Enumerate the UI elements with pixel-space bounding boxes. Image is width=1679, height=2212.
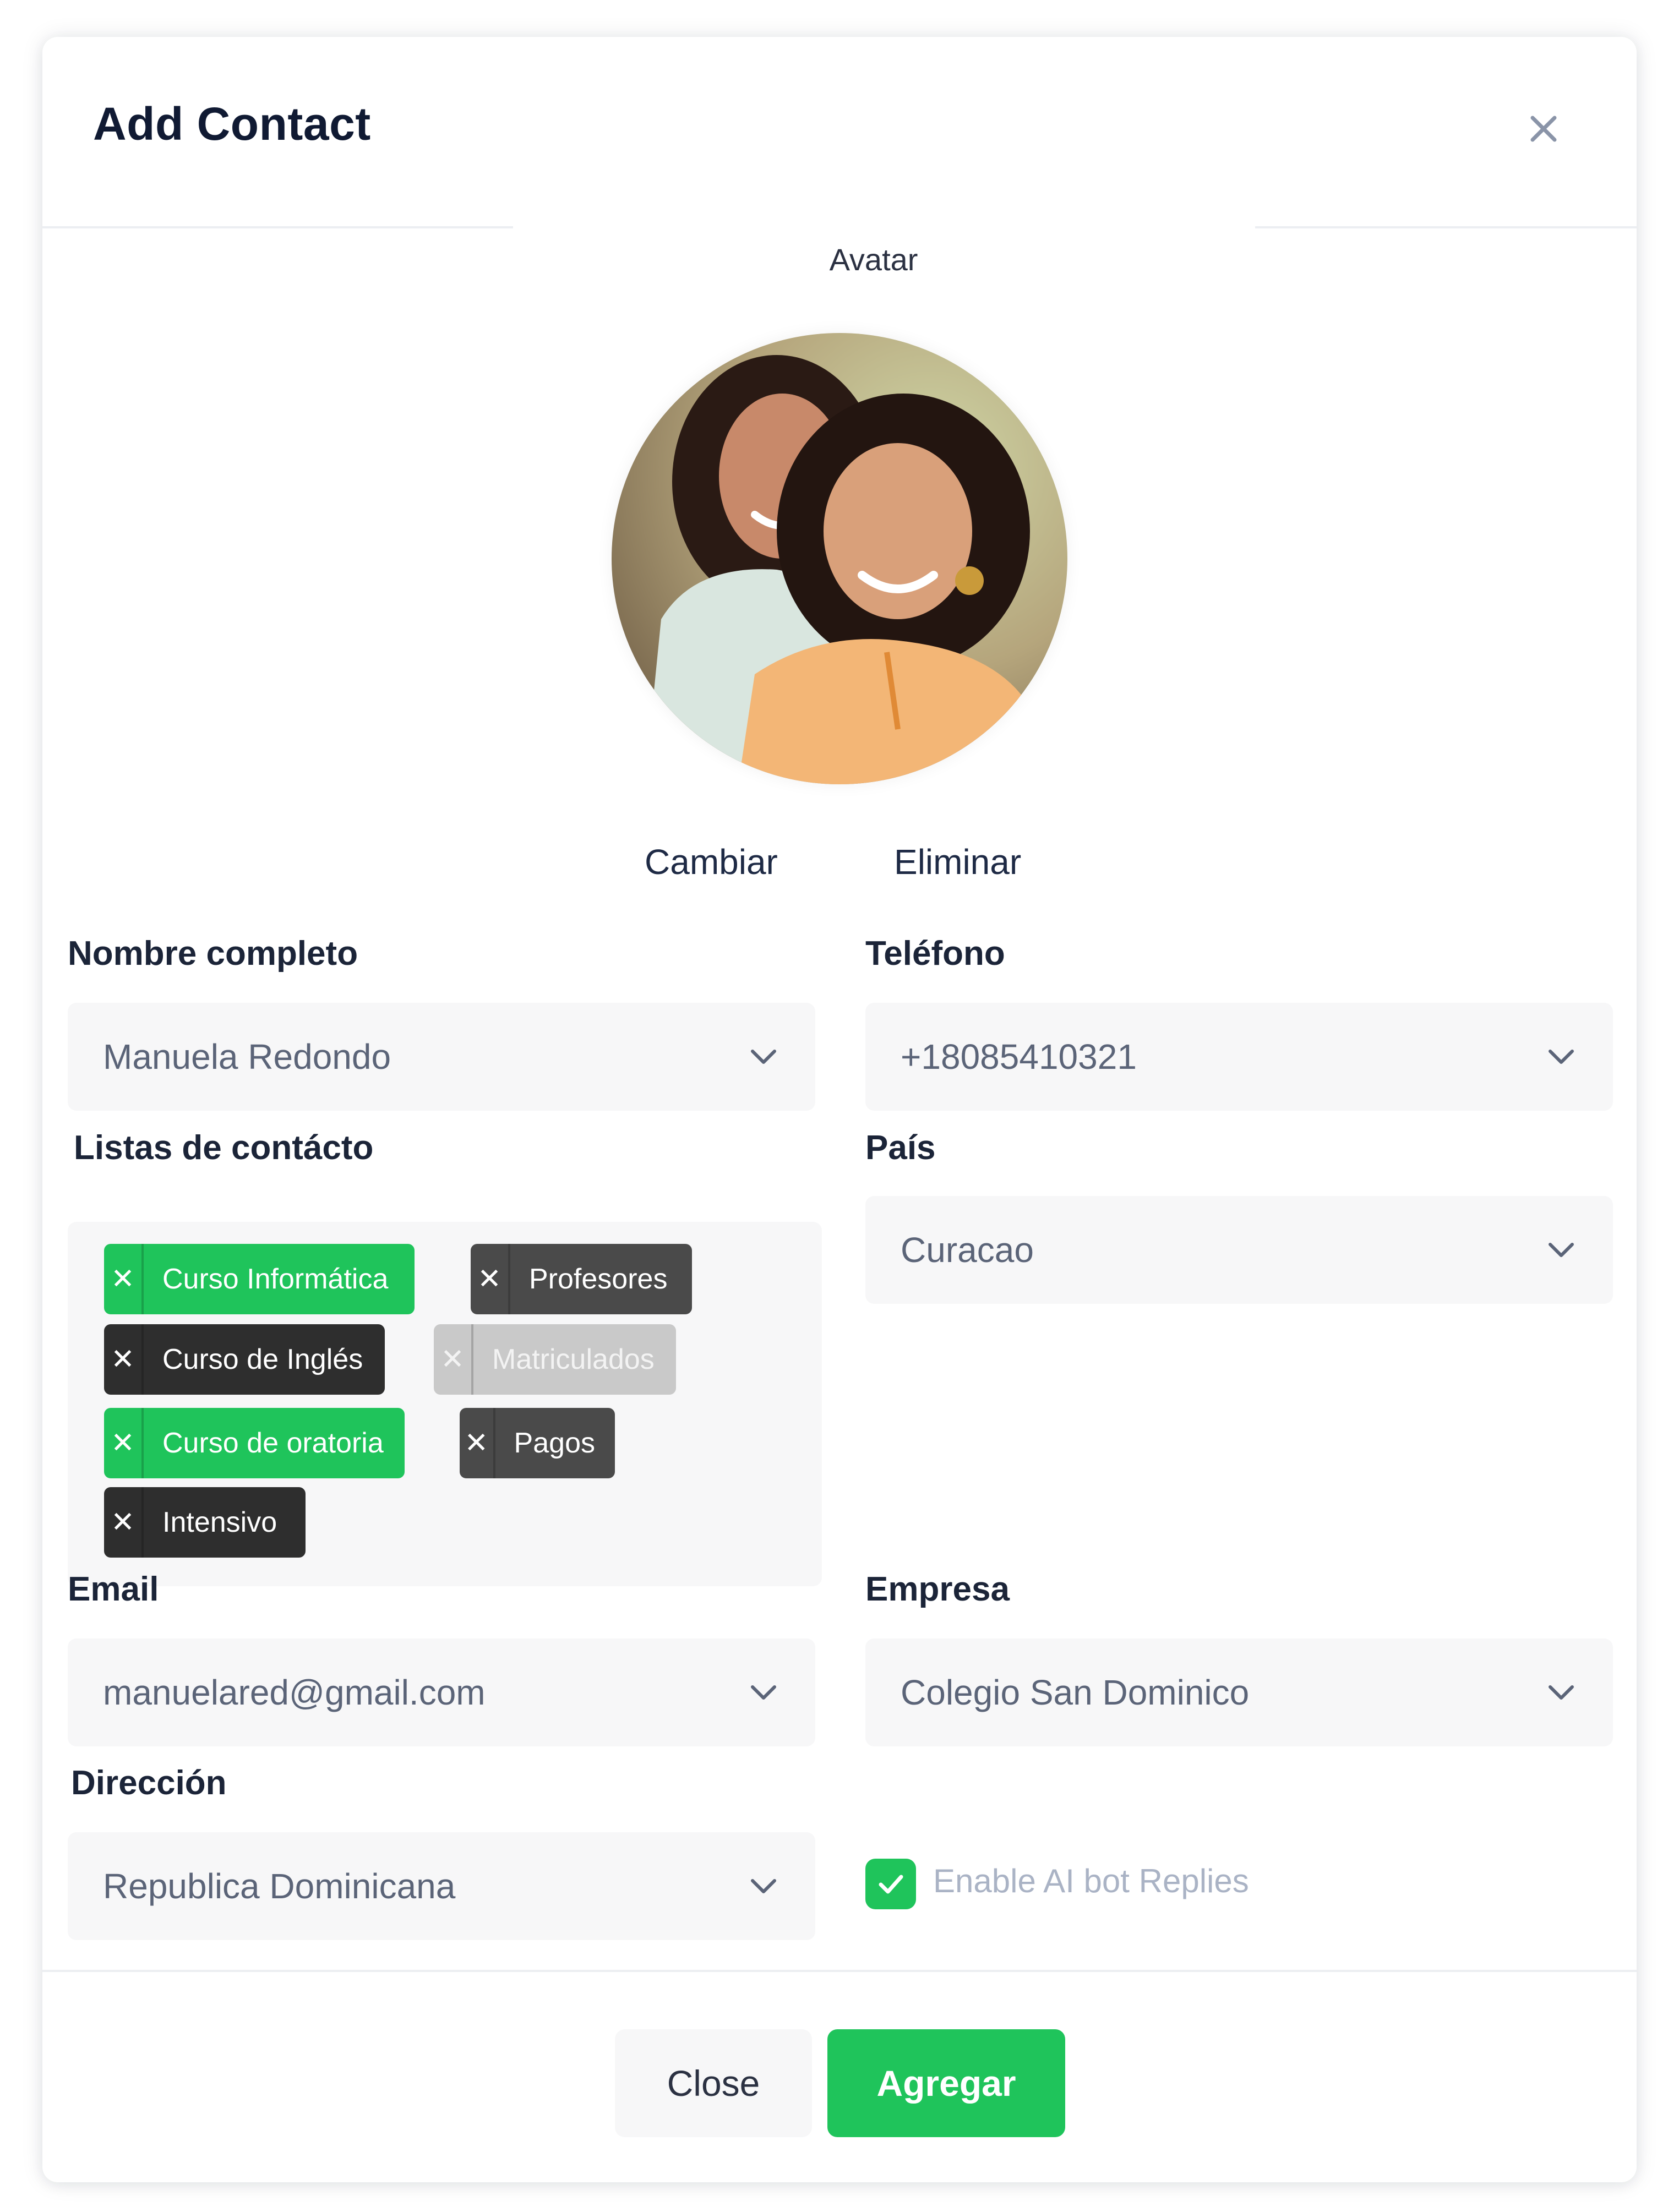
- address-label: Dirección: [71, 1764, 227, 1802]
- country-value: Curacao: [901, 1230, 1034, 1270]
- chevron-down-icon: [1549, 1685, 1574, 1700]
- tag-matriculados: ✕ Matriculados: [434, 1324, 676, 1395]
- tag-intensivo: ✕ Intensivo: [104, 1487, 306, 1558]
- submit-button[interactable]: Agregar: [827, 2029, 1065, 2137]
- remove-tag-icon[interactable]: ✕: [104, 1408, 144, 1478]
- remove-avatar-button[interactable]: Eliminar: [894, 842, 1021, 882]
- header-divider: [1255, 226, 1637, 228]
- chevron-down-icon: [751, 1050, 776, 1064]
- full-name-select[interactable]: Manuela Redondo: [68, 1003, 815, 1111]
- remove-tag-icon[interactable]: ✕: [104, 1244, 144, 1314]
- phone-select[interactable]: +18085410321: [865, 1003, 1613, 1111]
- checkmark-icon: [879, 1875, 903, 1894]
- avatar-label: Avatar: [829, 242, 918, 277]
- remove-tag-icon[interactable]: ✕: [104, 1324, 144, 1395]
- email-value: manuelared@gmail.com: [103, 1673, 486, 1712]
- company-label: Empresa: [865, 1570, 1010, 1608]
- close-button[interactable]: Close: [615, 2029, 812, 2137]
- tag-curso-de-oratoria: ✕ Curso de oratoria: [104, 1408, 405, 1478]
- ai-bot-label: Enable AI bot Replies: [933, 1863, 1249, 1899]
- tag-profesores: ✕ Profesores: [471, 1244, 692, 1314]
- company-value: Colegio San Dominico: [901, 1673, 1250, 1712]
- phone-label: Teléfono: [865, 935, 1005, 973]
- contact-lists-box[interactable]: ✕ Curso Informática ✕ Profesores ✕ Curso…: [68, 1222, 822, 1586]
- close-icon[interactable]: [1520, 106, 1567, 152]
- email-label: Email: [68, 1570, 159, 1608]
- tag-curso-informatica: ✕ Curso Informática: [104, 1244, 415, 1314]
- country-select[interactable]: Curacao: [865, 1196, 1613, 1304]
- chevron-down-icon: [1549, 1050, 1574, 1064]
- tag-curso-de-ingles: ✕ Curso de Inglés: [104, 1324, 385, 1395]
- add-contact-dialog: Add Contact Avatar Cambiar Eliminar Nomb…: [42, 37, 1637, 2182]
- remove-tag-icon[interactable]: ✕: [104, 1487, 144, 1558]
- remove-tag-icon[interactable]: ✕: [471, 1244, 510, 1314]
- chevron-down-icon: [1549, 1243, 1574, 1257]
- company-select[interactable]: Colegio San Dominico: [865, 1638, 1613, 1746]
- chevron-down-icon: [751, 1879, 776, 1893]
- contact-lists-label: Listas de contácto: [74, 1129, 374, 1167]
- change-avatar-button[interactable]: Cambiar: [645, 842, 778, 882]
- ai-bot-checkbox[interactable]: [865, 1859, 916, 1909]
- tag-pagos: ✕ Pagos: [460, 1408, 615, 1478]
- phone-value: +18085410321: [901, 1037, 1137, 1077]
- email-select[interactable]: manuelared@gmail.com: [68, 1638, 815, 1746]
- dialog-title: Add Contact: [93, 98, 371, 150]
- full-name-label: Nombre completo: [68, 935, 358, 973]
- address-value: Republica Dominicana: [103, 1866, 456, 1906]
- country-label: País: [865, 1129, 936, 1167]
- footer-divider: [42, 1970, 1637, 1972]
- address-select[interactable]: Republica Dominicana: [68, 1832, 815, 1940]
- avatar-image: [612, 333, 1067, 784]
- chevron-down-icon: [751, 1685, 776, 1700]
- full-name-value: Manuela Redondo: [103, 1037, 391, 1077]
- header-divider: [42, 226, 513, 228]
- remove-tag-icon[interactable]: ✕: [434, 1324, 473, 1395]
- remove-tag-icon[interactable]: ✕: [460, 1408, 495, 1478]
